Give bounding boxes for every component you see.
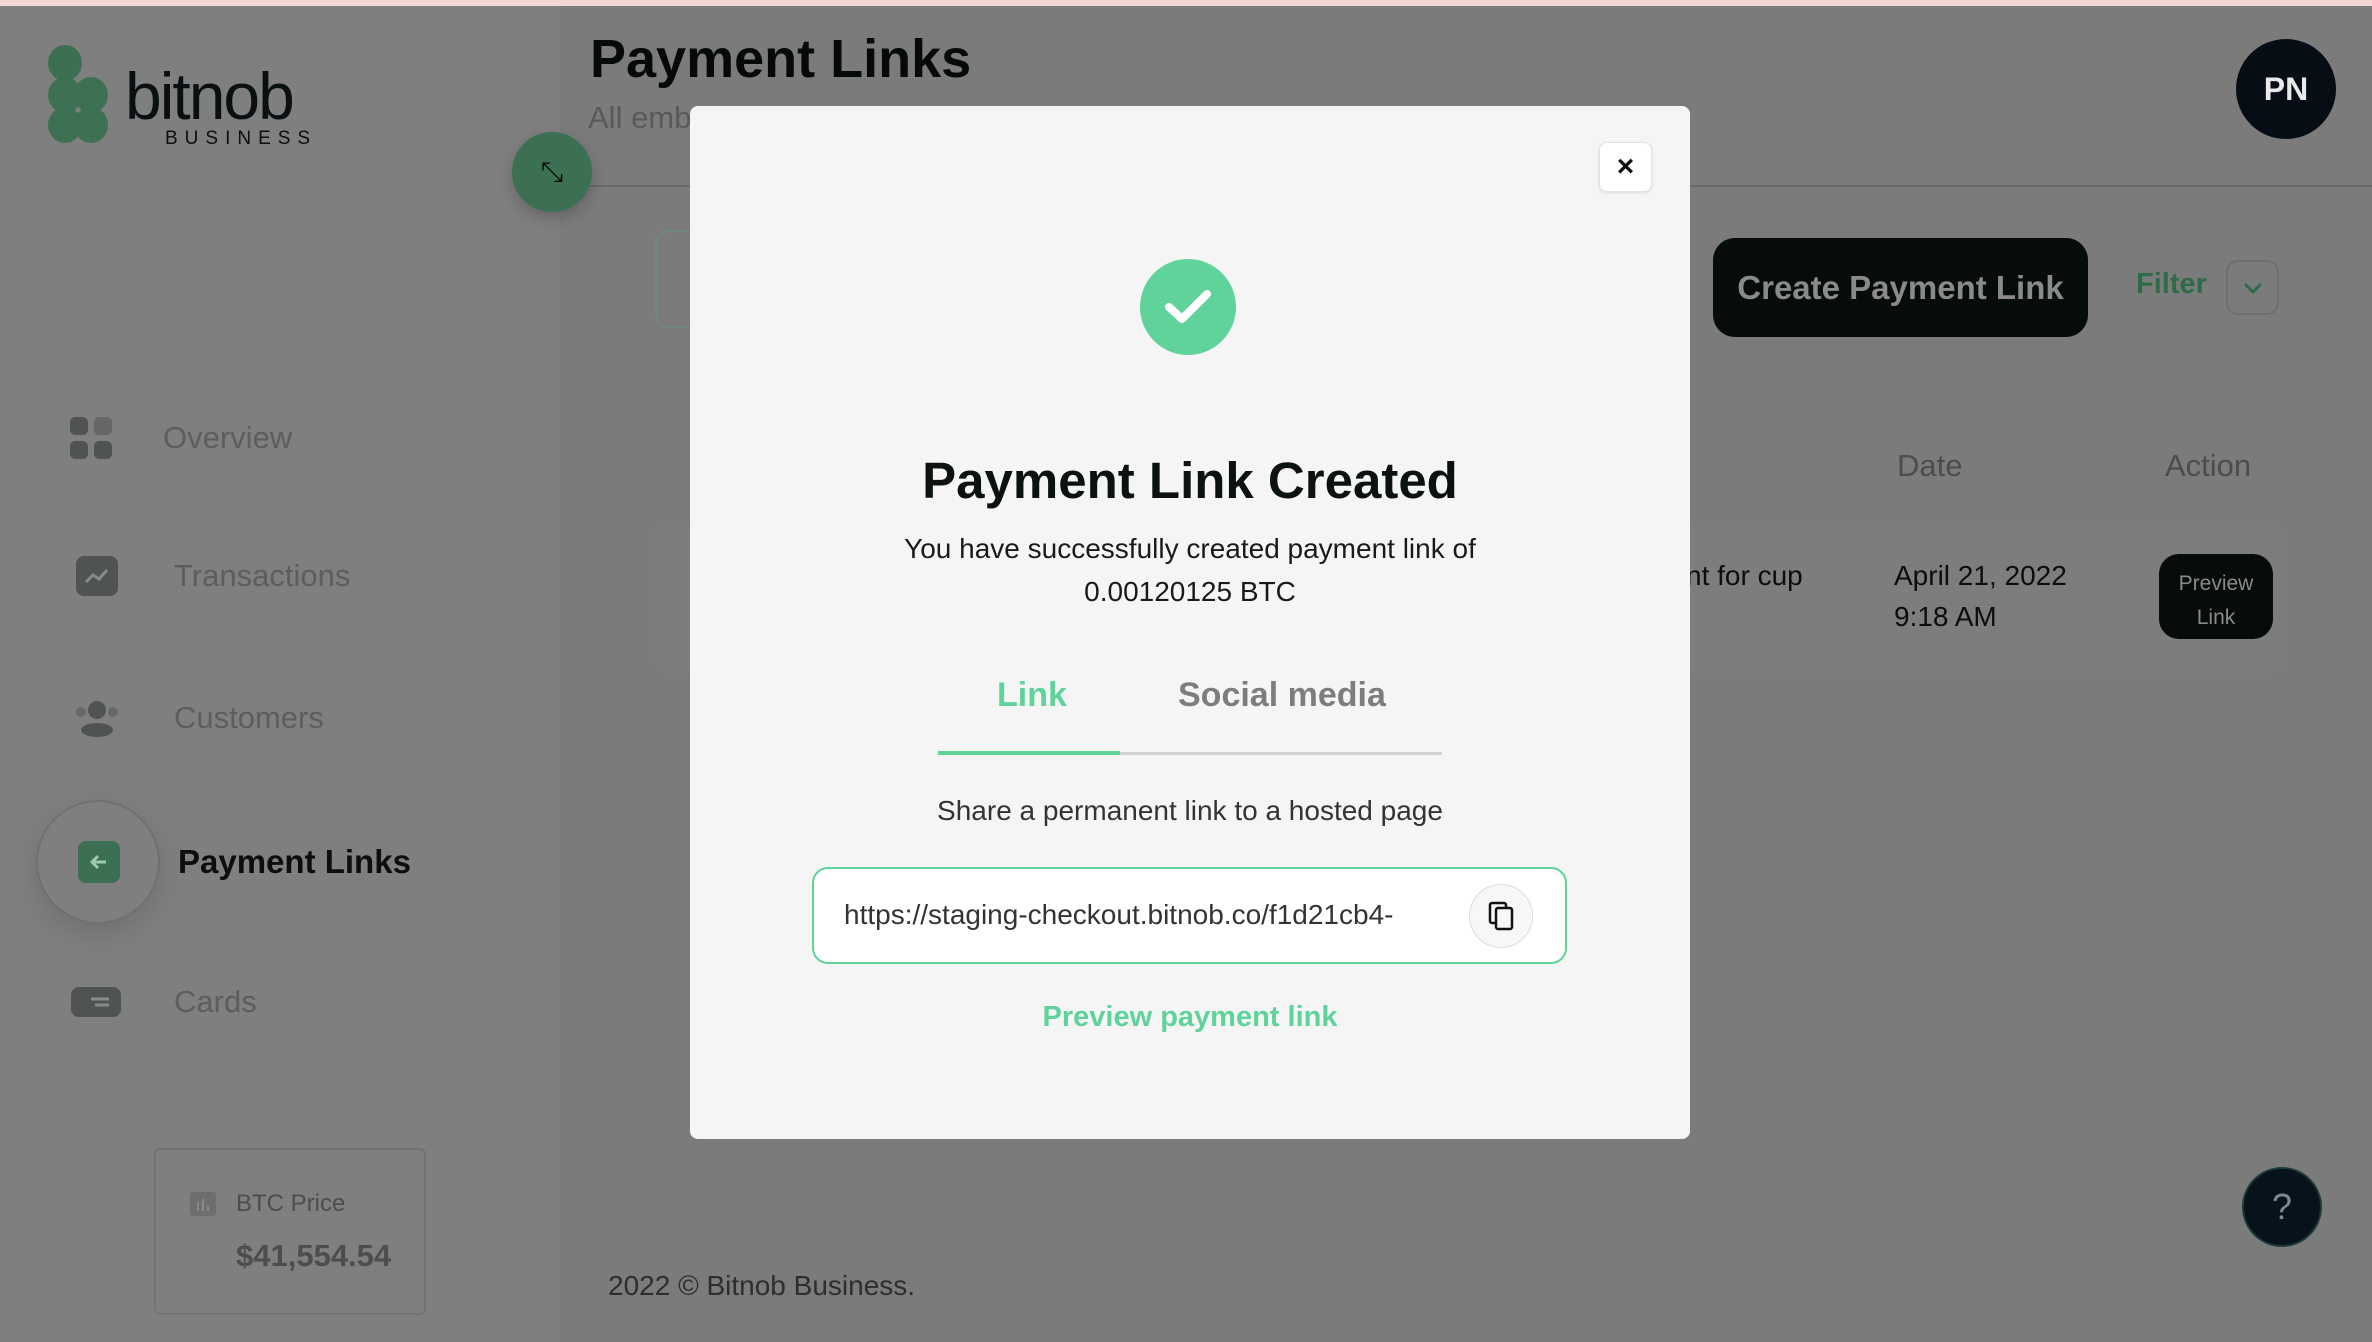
bar-chart-icon <box>190 1192 216 1216</box>
sidebar-item-transactions[interactable]: Transactions <box>76 556 350 596</box>
close-icon: × <box>1616 150 1635 183</box>
page-subtitle: All emb <box>588 100 692 135</box>
sidebar-item-label: Cards <box>174 984 257 1019</box>
help-button[interactable]: ? <box>2242 1167 2322 1247</box>
chart-icon <box>76 556 118 596</box>
copy-icon <box>1488 901 1514 931</box>
preview-payment-link[interactable]: Preview payment link <box>690 1001 1690 1034</box>
arrow-left-icon <box>78 841 120 883</box>
avatar[interactable]: PN <box>2236 39 2336 139</box>
chevron-down-icon <box>2243 282 2262 294</box>
filter-dropdown[interactable] <box>2226 260 2279 315</box>
collapse-button[interactable]: ⤡ <box>512 132 592 212</box>
description-cell: nt for cup <box>1686 560 1803 591</box>
footer-copyright: 2022 © Bitnob Business. <box>608 1270 916 1301</box>
modal-title: Payment Link Created <box>922 452 1458 509</box>
time-cell: 9:18 AM <box>1894 601 1997 632</box>
column-header-action: Action <box>2165 448 2252 483</box>
btc-price-label: BTC Price <box>236 1190 346 1217</box>
tab-link[interactable]: Link <box>997 676 1067 715</box>
btc-price-card: BTC Price $41,554.54 <box>154 1148 426 1315</box>
close-button[interactable]: × <box>1599 142 1652 192</box>
logo-subtext: BUSINESS <box>165 128 318 149</box>
sidebar-item-payment-links[interactable]: Payment Links <box>78 841 411 883</box>
sidebar-item-customers[interactable]: Customers <box>74 698 324 738</box>
modal-amount: 0.00120125 BTC <box>1084 576 1296 607</box>
sidebar-item-label: Payment Links <box>178 843 411 880</box>
share-description: Share a permanent link to a hosted page <box>937 795 1443 826</box>
sidebar-item-overview[interactable]: Overview <box>70 417 292 459</box>
sidebar-item-label: Customers <box>174 700 324 735</box>
payment-link-url[interactable]: https://staging-checkout.bitnob.co/f1d21… <box>844 899 1393 931</box>
btc-price-value: $41,554.54 <box>236 1238 392 1273</box>
sidebar-item-label: Transactions <box>174 558 351 593</box>
sidebar-item-label: Overview <box>163 420 293 455</box>
tab-social-media[interactable]: Social media <box>1178 676 1386 715</box>
payment-link-created-modal: × Payment Link Created You have successf… <box>690 106 1690 1139</box>
logo-text: bitnob <box>125 59 295 133</box>
sidebar-item-cards[interactable]: Cards <box>71 984 257 1019</box>
card-icon <box>71 987 121 1017</box>
create-payment-link-button[interactable]: Create Payment Link <box>1713 238 2088 337</box>
help-icon: ? <box>2271 1186 2293 1227</box>
modal-message: You have successfully created payment li… <box>904 533 1476 564</box>
success-check-icon <box>1140 259 1236 355</box>
column-header-date: Date <box>1897 448 1963 483</box>
tab-active-indicator <box>938 751 1120 755</box>
date-cell: April 21, 2022 <box>1894 560 2067 591</box>
page-title: Payment Links <box>590 29 972 89</box>
filter-label[interactable]: Filter <box>2136 268 2207 301</box>
preview-link-button[interactable]: Preview Link <box>2159 554 2273 639</box>
payment-link-field[interactable]: https://staging-checkout.bitnob.co/f1d21… <box>812 867 1567 964</box>
collapse-icon: ⤡ <box>540 155 564 187</box>
users-icon <box>76 701 118 737</box>
copy-button[interactable] <box>1469 884 1533 948</box>
grid-icon <box>70 417 112 459</box>
